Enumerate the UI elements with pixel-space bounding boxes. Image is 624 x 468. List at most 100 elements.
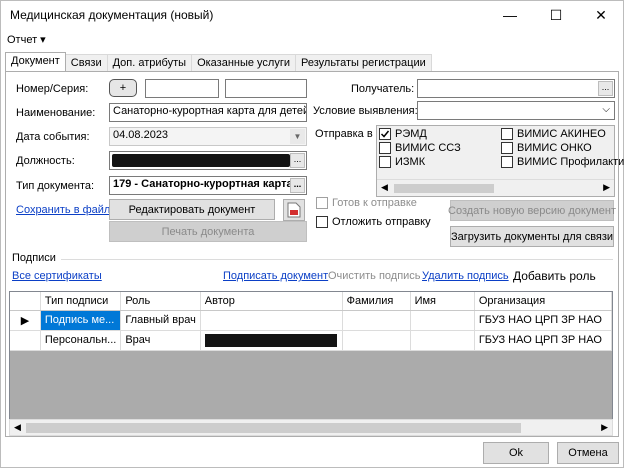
tab-services[interactable]: Оказанные услуги (191, 54, 297, 71)
ready-to-send[interactable]: Готов к отправке (316, 197, 417, 209)
ok-button[interactable]: Ok (483, 442, 549, 464)
calendar-dropdown-icon[interactable]: ▼ (290, 129, 305, 144)
recipient-browse-icon[interactable]: ... (598, 81, 613, 96)
row-indicator[interactable]: ▶ (10, 310, 41, 331)
redacted-position (112, 154, 290, 167)
cell-role[interactable]: Врач (120, 330, 201, 351)
cell-name[interactable] (410, 330, 475, 351)
save-to-file-link[interactable]: Сохранить в файл (16, 204, 110, 216)
signatures-section-label: Подписи (12, 252, 56, 264)
scroll-left-icon[interactable]: ◀ (14, 422, 21, 433)
recipient-input[interactable]: ... (417, 79, 615, 98)
column-header-surname[interactable]: Фамилия (342, 292, 411, 311)
column-header-name[interactable]: Имя (410, 292, 475, 311)
target-vimis-prof-label: ВИМИС Профилактик... (517, 156, 624, 168)
cell-role[interactable]: Главный врач (120, 310, 201, 331)
cell-organization[interactable]: ГБУЗ НАО ЦРП ЗР НАО (474, 310, 612, 331)
column-header-organization[interactable]: Организация (474, 292, 612, 311)
table-row[interactable]: ▶ Подпись ме... Главный врач ГБУЗ НАО ЦР… (10, 310, 612, 331)
cell-type[interactable]: Персональн... (40, 330, 122, 351)
cell-author[interactable] (200, 330, 343, 351)
checkbox-vimis-ssz[interactable] (379, 142, 391, 154)
signatures-divider (61, 259, 613, 260)
position-browse-icon[interactable]: ... (290, 153, 305, 168)
cancel-button[interactable]: Отмена (557, 442, 619, 464)
row-indicator[interactable] (10, 330, 41, 351)
target-remd[interactable]: РЭМД (379, 128, 427, 140)
minimize-button[interactable]: — (487, 1, 533, 29)
load-link-docs-button[interactable]: Загрузить документы для связи (450, 226, 614, 247)
table-header-row: Тип подписи Роль Автор Фамилия Имя Орган… (10, 292, 612, 311)
doc-type-input[interactable]: 179 - Санаторно-курортная карта ... ... (109, 176, 307, 195)
menu-report[interactable]: Отчет ▾ (7, 33, 46, 46)
recipient-label: Получатель: (351, 83, 415, 95)
position-input[interactable]: ... (109, 151, 307, 170)
name-input[interactable]: Санаторно-курортная карта для детей (CDA… (109, 103, 307, 122)
pdf-button[interactable] (283, 199, 305, 221)
tab-registration-results[interactable]: Результаты регистрации (295, 54, 432, 71)
all-certificates-link[interactable]: Все сертификаты (12, 270, 102, 282)
checkbox-ready-to-send[interactable] (316, 197, 328, 209)
target-vimis-onko-label: ВИМИС ОНКО (517, 142, 592, 154)
cell-type[interactable]: Подпись ме... (40, 310, 122, 331)
column-header-author[interactable]: Автор (200, 292, 343, 311)
table-hscrollbar[interactable]: ◀ ▶ (9, 419, 613, 436)
target-izmk[interactable]: ИЗМК (379, 156, 425, 168)
plus-icon: + (119, 82, 127, 94)
target-vimis-akineo[interactable]: ВИМИС АКИНЕО (501, 128, 606, 140)
checkbox-remd[interactable] (379, 128, 391, 140)
minimize-icon: — (503, 7, 517, 23)
targets-scroll-thumb[interactable] (394, 184, 494, 193)
condition-select[interactable]: ⌵ (417, 101, 615, 120)
cell-organization[interactable]: ГБУЗ НАО ЦРП ЗР НАО (474, 330, 612, 351)
postpone-send[interactable]: Отложить отправку (316, 216, 431, 228)
target-remd-label: РЭМД (395, 128, 427, 140)
series-input[interactable] (225, 79, 307, 98)
scroll-right-icon[interactable]: ▶ (603, 182, 610, 193)
table-row[interactable]: Персональн... Врач ГБУЗ НАО ЦРП ЗР НАО (10, 330, 612, 351)
checkmark-icon (380, 130, 390, 138)
add-number-button[interactable]: + (109, 79, 137, 97)
print-document-button[interactable]: Печать документа (109, 221, 307, 242)
tab-extra-attributes[interactable]: Доп. атрибуты (106, 54, 193, 71)
edit-document-button[interactable]: Редактировать документ (109, 199, 275, 220)
table-scroll-thumb[interactable] (26, 423, 521, 433)
target-vimis-ssz-label: ВИМИС ССЗ (395, 142, 461, 154)
cell-author[interactable] (200, 310, 343, 331)
scroll-left-icon[interactable]: ◀ (381, 182, 388, 193)
tab-document[interactable]: Документ (5, 52, 66, 71)
targets-hscrollbar[interactable]: ◀ ▶ (377, 179, 614, 196)
maximize-button[interactable]: ☐ (533, 1, 579, 29)
tab-links[interactable]: Связи (64, 54, 108, 71)
number-series-label: Номер/Серия: (16, 83, 89, 95)
doc-type-value: 179 - Санаторно-курортная карта ... (113, 178, 305, 190)
sign-document-link[interactable]: Подписать документ (223, 270, 328, 282)
pdf-icon (287, 202, 301, 218)
cell-name[interactable] (410, 310, 475, 331)
ready-to-send-label: Готов к отправке (332, 197, 417, 209)
cell-surname[interactable] (342, 310, 411, 331)
add-role-button[interactable]: Добавить роль (513, 269, 596, 283)
column-header-role[interactable]: Роль (120, 292, 201, 311)
checkbox-vimis-akineo[interactable] (501, 128, 513, 140)
cell-surname[interactable] (342, 330, 411, 351)
checkbox-vimis-onko[interactable] (501, 142, 513, 154)
close-icon: ✕ (595, 6, 607, 23)
target-vimis-prof[interactable]: ВИМИС Профилактик... (501, 156, 624, 168)
target-vimis-ssz[interactable]: ВИМИС ССЗ (379, 142, 461, 154)
signatures-table: Тип подписи Роль Автор Фамилия Имя Орган… (9, 291, 613, 435)
clear-signature-link[interactable]: Очистить подпись (328, 270, 421, 282)
new-version-button[interactable]: Создать новую версию документ (448, 200, 616, 221)
column-header-type[interactable]: Тип подписи (40, 292, 122, 311)
scroll-right-icon[interactable]: ▶ (601, 422, 608, 433)
close-button[interactable]: ✕ (578, 1, 624, 29)
dialog-window: Медицинская документация (новый) — ☐ ✕ О… (0, 0, 624, 468)
number-input[interactable] (145, 79, 219, 98)
checkbox-izmk[interactable] (379, 156, 391, 168)
event-date-input[interactable]: 04.08.2023 ▼ (109, 127, 307, 146)
delete-signature-link[interactable]: Удалить подпись (422, 270, 509, 282)
checkbox-postpone[interactable] (316, 216, 328, 228)
doc-type-browse-icon[interactable]: ... (290, 178, 305, 193)
target-vimis-onko[interactable]: ВИМИС ОНКО (501, 142, 592, 154)
checkbox-vimis-prof[interactable] (501, 156, 513, 168)
